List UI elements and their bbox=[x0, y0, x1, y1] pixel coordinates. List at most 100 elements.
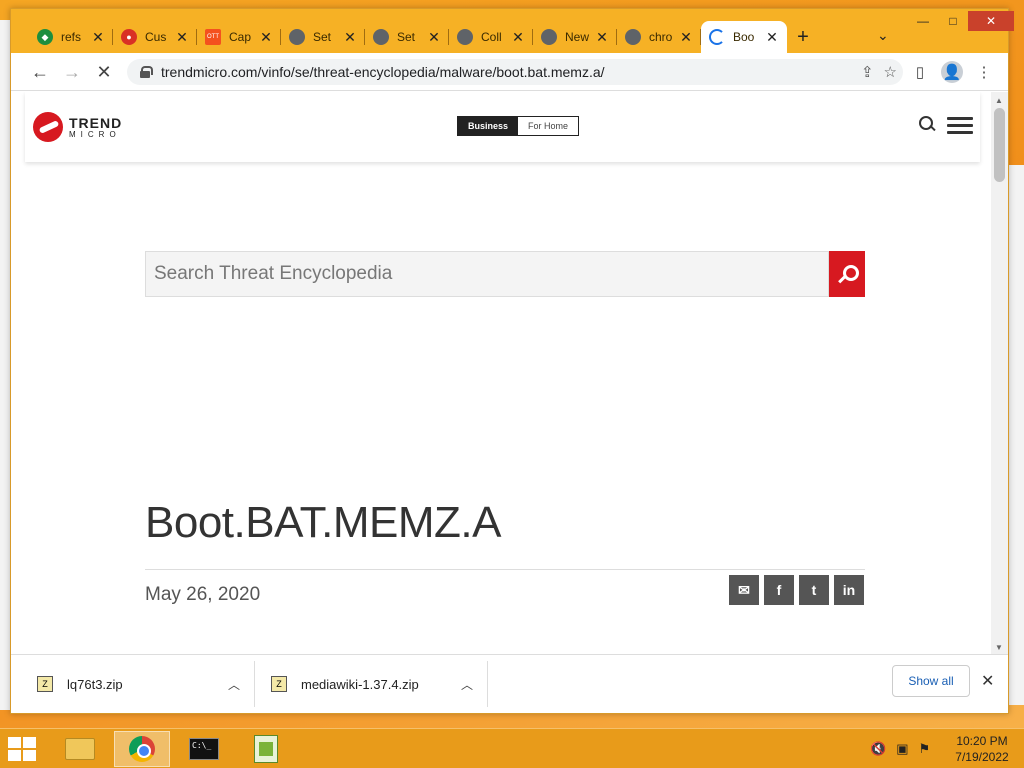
tab-label: New bbox=[565, 30, 590, 44]
network-icon[interactable]: ▣ bbox=[896, 741, 908, 757]
chrome-icon bbox=[541, 29, 557, 45]
header-search-icon[interactable] bbox=[917, 114, 937, 134]
close-download-shelf-icon[interactable]: ✕ bbox=[981, 671, 994, 691]
bookmark-star-icon[interactable]: ☆ bbox=[884, 63, 897, 81]
hamburger-menu-icon[interactable] bbox=[947, 117, 973, 135]
tab-close-icon[interactable]: ✕ bbox=[765, 29, 779, 46]
profile-avatar[interactable]: 👤 bbox=[941, 61, 963, 83]
notepad-plus-icon bbox=[254, 735, 278, 763]
download-item[interactable]: Z mediawiki-1.37.4.zip ︿ bbox=[271, 661, 488, 707]
tab-set-1[interactable]: Set ✕ bbox=[281, 21, 365, 53]
system-clock[interactable]: 10:20 PM 7/19/2022 bbox=[950, 733, 1014, 765]
address-bar[interactable]: trendmicro.com/vinfo/se/threat-encyclope… bbox=[127, 59, 903, 85]
volume-muted-icon[interactable]: 🔇 bbox=[870, 741, 886, 757]
tab-favicon-icon: ◆ bbox=[37, 29, 53, 45]
taskbar-chrome[interactable] bbox=[114, 731, 170, 767]
threat-search-button[interactable] bbox=[829, 251, 865, 297]
tab-refs[interactable]: ◆ refs ✕ bbox=[29, 21, 113, 53]
twitter-icon[interactable]: t bbox=[799, 575, 829, 605]
article-title: Boot.BAT.MEMZ.A bbox=[145, 498, 502, 547]
trend-micro-logo-mark-icon bbox=[33, 112, 63, 142]
side-panel-icon[interactable]: ▯ bbox=[909, 61, 931, 83]
omnibox-actions: ⇪ ☆ bbox=[861, 63, 897, 81]
site-header: TREND MICRO Business For Home bbox=[25, 92, 980, 162]
stop-loading-button[interactable]: ✕ bbox=[91, 60, 117, 84]
show-all-downloads-button[interactable]: Show all bbox=[892, 665, 970, 697]
page-scrollbar[interactable]: ▲ ▼ bbox=[991, 92, 1008, 654]
scroll-down-arrow-icon[interactable]: ▼ bbox=[995, 643, 1003, 652]
tab-coll[interactable]: Coll ✕ bbox=[449, 21, 533, 53]
forward-button[interactable]: → bbox=[59, 60, 85, 84]
search-icon bbox=[837, 264, 859, 284]
close-window-button[interactable]: ✕ bbox=[968, 11, 1014, 31]
tab-label: refs bbox=[61, 30, 82, 44]
tab-close-icon[interactable]: ✕ bbox=[595, 29, 609, 46]
taskbar: C:\_ 🔇 ▣ ⚑ 10:20 PM 7/19/2022 bbox=[0, 728, 1024, 768]
tab-favicon-icon: OTT bbox=[205, 29, 221, 45]
tab-active-boo[interactable]: Boo ✕ bbox=[701, 21, 787, 53]
tab-chro[interactable]: chro ✕ bbox=[617, 21, 701, 53]
linkedin-icon[interactable]: in bbox=[834, 575, 864, 605]
trend-micro-logo[interactable]: TREND MICRO bbox=[33, 112, 122, 142]
tab-favicon-icon: ● bbox=[121, 29, 137, 45]
business-toggle-button[interactable]: Business bbox=[458, 117, 519, 135]
browser-window: ◆ refs ✕ ● Cus ✕ OTT Cap ✕ Set ✕ Set ✕ C… bbox=[10, 8, 1014, 714]
action-center-icon[interactable]: ⚑ bbox=[918, 741, 930, 757]
clock-time: 10:20 PM bbox=[956, 734, 1008, 748]
tab-label: Cap bbox=[229, 30, 252, 44]
tab-close-icon[interactable]: ✕ bbox=[511, 29, 525, 46]
lock-icon bbox=[139, 66, 153, 78]
back-button[interactable]: ← bbox=[27, 60, 53, 84]
taskbar-file-explorer[interactable] bbox=[52, 731, 108, 767]
window-controls: — □ ✕ bbox=[908, 11, 1014, 31]
title-divider bbox=[145, 569, 865, 570]
tab-new[interactable]: New ✕ bbox=[533, 21, 617, 53]
facebook-icon[interactable]: f bbox=[764, 575, 794, 605]
audience-toggle: Business For Home bbox=[457, 116, 580, 136]
download-filename: mediawiki-1.37.4.zip bbox=[301, 676, 419, 692]
tab-cus[interactable]: ● Cus ✕ bbox=[113, 21, 197, 53]
tab-close-icon[interactable]: ✕ bbox=[259, 29, 273, 46]
tab-label: Set bbox=[313, 30, 332, 44]
scroll-thumb[interactable] bbox=[994, 108, 1005, 182]
chrome-icon bbox=[625, 29, 641, 45]
chrome-icon bbox=[129, 736, 155, 762]
scroll-up-arrow-icon[interactable]: ▲ bbox=[995, 96, 1003, 105]
zip-file-icon: Z bbox=[37, 676, 53, 692]
tab-close-icon[interactable]: ✕ bbox=[175, 29, 189, 46]
folder-icon bbox=[65, 738, 95, 760]
download-item[interactable]: Z lq76t3.zip ︿ bbox=[37, 661, 255, 707]
share-icon[interactable]: ⇪ bbox=[861, 63, 874, 81]
new-tab-button[interactable]: + bbox=[787, 21, 819, 53]
windows-start-button[interactable] bbox=[8, 737, 38, 761]
tab-set-2[interactable]: Set ✕ bbox=[365, 21, 449, 53]
title-bar: ◆ refs ✕ ● Cus ✕ OTT Cap ✕ Set ✕ Set ✕ C… bbox=[11, 9, 1014, 53]
web-page: TREND MICRO Business For Home Boot.BAT.M… bbox=[11, 92, 991, 654]
menu-kebab-icon[interactable]: ⋮ bbox=[973, 61, 995, 83]
taskbar-command-prompt[interactable]: C:\_ bbox=[176, 731, 232, 767]
tab-close-icon[interactable]: ✕ bbox=[91, 29, 105, 46]
logo-text: TREND MICRO bbox=[69, 116, 122, 139]
globe-icon bbox=[373, 29, 389, 45]
email-icon[interactable]: ✉ bbox=[729, 575, 759, 605]
tab-label: Set bbox=[397, 30, 416, 44]
taskbar-notepad-plus[interactable] bbox=[238, 731, 294, 767]
download-options-chevron-icon[interactable]: ︿ bbox=[461, 676, 473, 693]
tab-cap[interactable]: OTT Cap ✕ bbox=[197, 21, 281, 53]
browser-toolbar: ← → ✕ trendmicro.com/vinfo/se/threat-enc… bbox=[11, 53, 1008, 91]
minimize-button[interactable]: — bbox=[908, 11, 938, 31]
for-home-toggle-button[interactable]: For Home bbox=[518, 117, 579, 135]
threat-search-input[interactable] bbox=[145, 251, 829, 297]
url-text: trendmicro.com/vinfo/se/threat-encyclope… bbox=[161, 64, 605, 80]
article-date: May 26, 2020 bbox=[145, 584, 261, 605]
tab-close-icon[interactable]: ✕ bbox=[343, 29, 357, 46]
tab-strip: ◆ refs ✕ ● Cus ✕ OTT Cap ✕ Set ✕ Set ✕ C… bbox=[29, 21, 819, 53]
tab-close-icon[interactable]: ✕ bbox=[679, 29, 693, 46]
threat-search-form bbox=[145, 251, 865, 297]
maximize-button[interactable]: □ bbox=[938, 11, 968, 31]
download-filename: lq76t3.zip bbox=[67, 676, 123, 692]
tab-close-icon[interactable]: ✕ bbox=[427, 29, 441, 46]
download-options-chevron-icon[interactable]: ︿ bbox=[228, 676, 240, 693]
tab-search-chevron-icon[interactable]: ⌄ bbox=[877, 27, 889, 44]
tab-label: Coll bbox=[481, 30, 502, 44]
